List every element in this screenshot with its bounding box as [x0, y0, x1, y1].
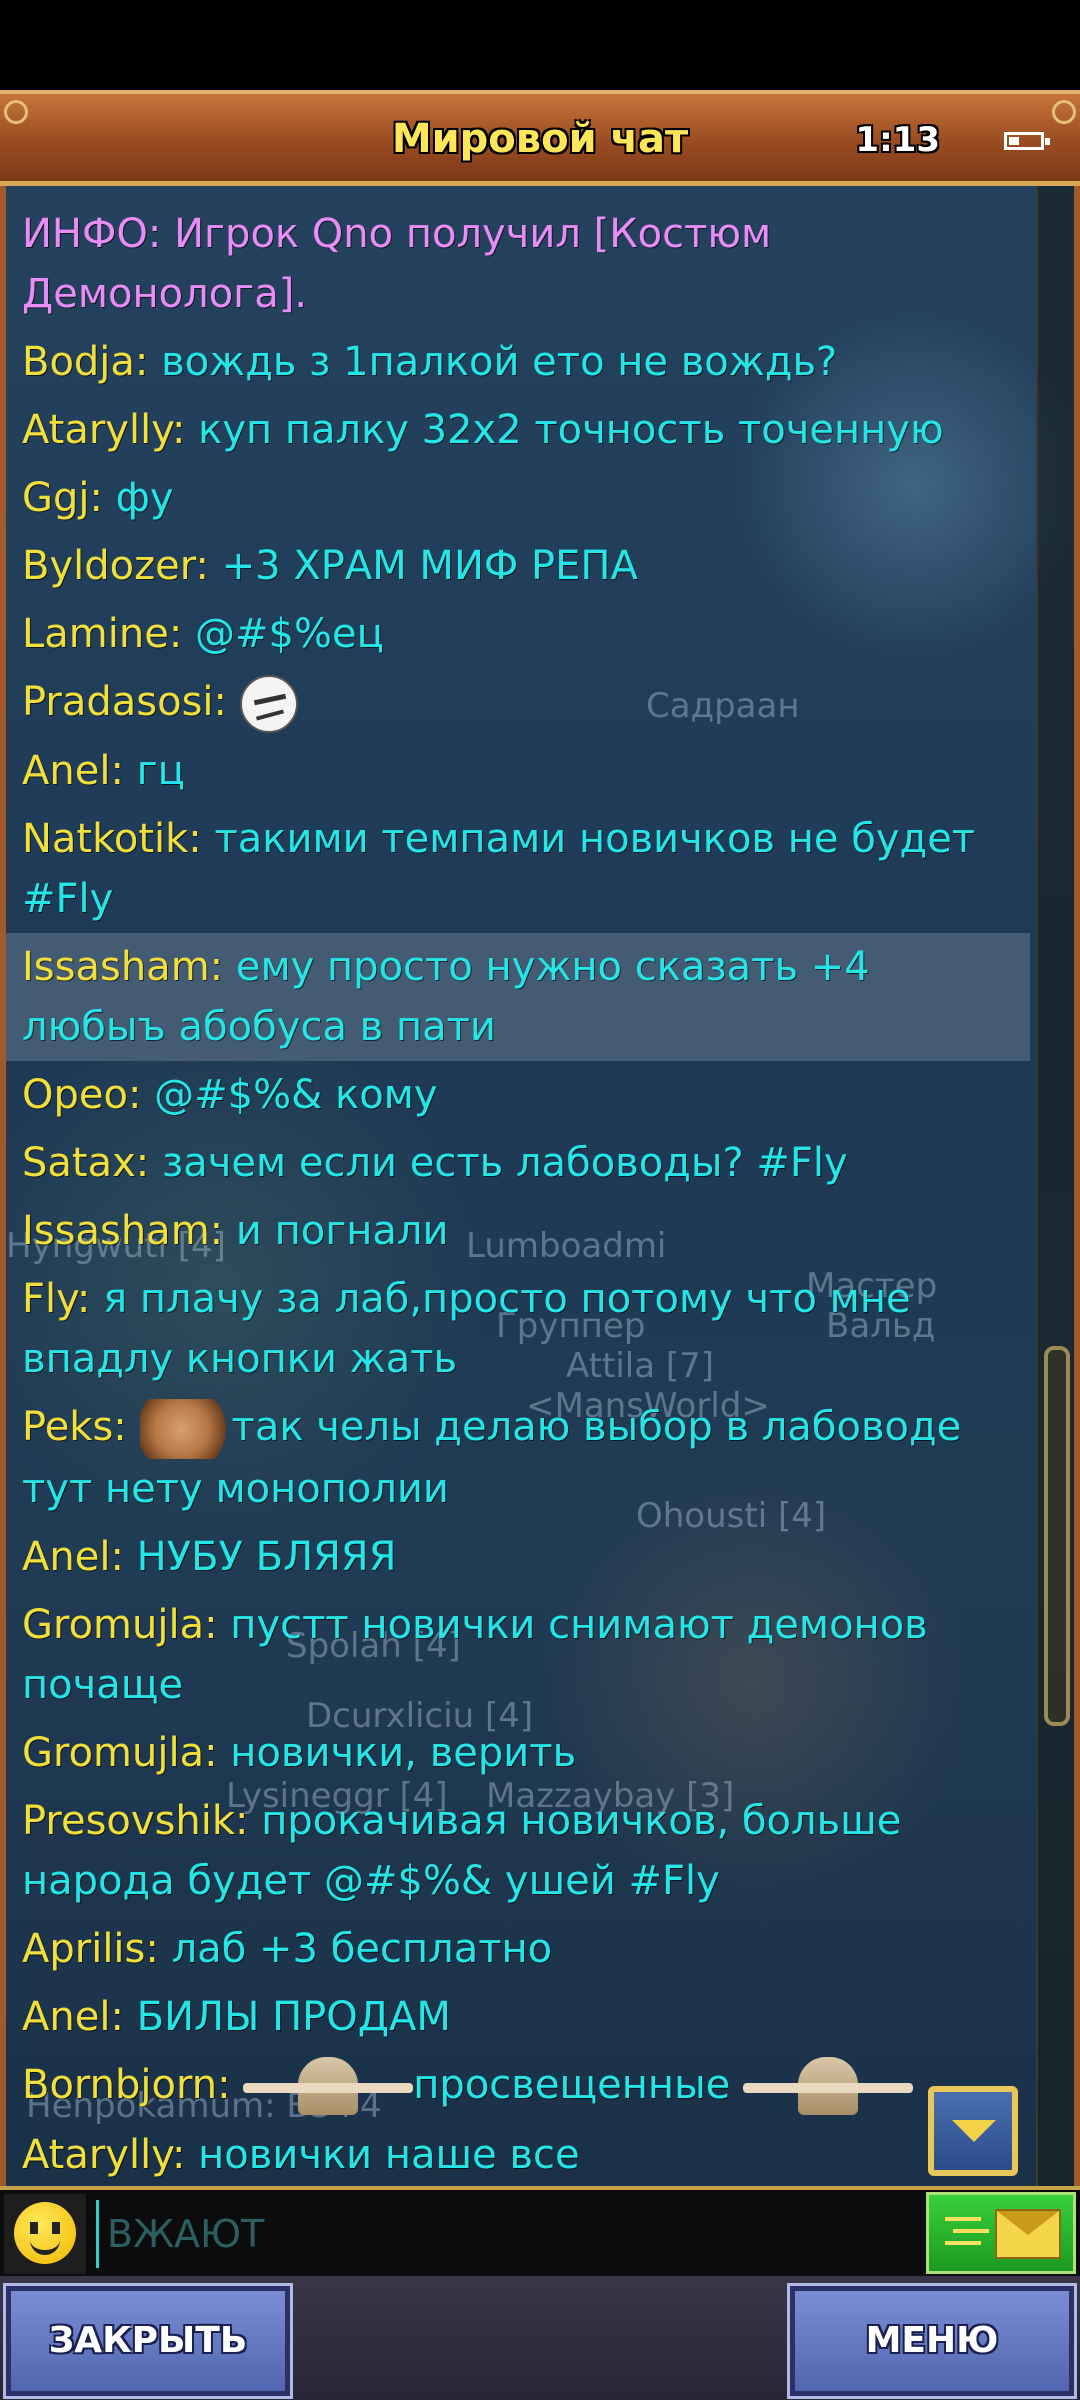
- chat-message[interactable]: Satax: зачем если есть лабоводы? #Fly: [6, 1129, 1030, 1197]
- chat-message[interactable]: Gromujla: новички, верить: [6, 1719, 1030, 1787]
- praying-emoji-icon: [742, 2057, 913, 2117]
- message-author[interactable]: Anel:: [22, 1534, 124, 1580]
- battery-icon: [1004, 132, 1050, 150]
- message-text: и погнали: [223, 1208, 449, 1254]
- message-text: лаб +3 бесплатно: [158, 1926, 553, 1972]
- chat-message[interactable]: Byldozer: +3 ХРАМ МИФ РЕПА: [6, 532, 1030, 600]
- close-button[interactable]: ЗАКРЫТЬ: [3, 2283, 293, 2399]
- chat-message[interactable]: Bodja: вождь з 1палкой ето не вождь?: [6, 328, 1030, 396]
- message-author[interactable]: Fly:: [22, 1276, 90, 1322]
- message-list: ИНФО: Игрок Qno получил [Костюм Демоноло…: [6, 200, 1030, 2186]
- message-text: +3 ХРАМ МИФ РЕПА: [208, 543, 638, 589]
- chat-message[interactable]: Anel: БИЛЫ ПРОДАМ: [6, 1983, 1030, 2051]
- message-author[interactable]: Pradasosi:: [22, 679, 227, 725]
- message-text: гц: [123, 748, 185, 794]
- chat-scrollbar[interactable]: [1036, 186, 1074, 2186]
- info-label: ИНФО:: [22, 211, 162, 257]
- message-text: фу: [102, 475, 174, 521]
- chat-message[interactable]: Natkotik: такими темпами новичков не буд…: [6, 805, 1030, 933]
- message-author[interactable]: Ggj:: [22, 475, 103, 521]
- message-text: зачем если есть лабоводы? #Fly: [149, 1140, 848, 1186]
- message-author[interactable]: Atarylly:: [22, 407, 185, 453]
- message-text: НУБУ БЛЯЯЯ: [123, 1534, 397, 1580]
- message-author[interactable]: Satax:: [22, 1140, 149, 1186]
- chat-message[interactable]: Bornbjorn: просвещенные: [6, 2051, 1030, 2121]
- chat-message[interactable]: Lamine: @#$%ец: [6, 600, 1030, 668]
- message-author[interactable]: Byldozer:: [22, 543, 209, 589]
- chat-message[interactable]: Opeo: @#$%& кому: [6, 1061, 1030, 1129]
- chat-message[interactable]: Ggj: фу: [6, 464, 1030, 532]
- message-author[interactable]: Atarylly:: [22, 2132, 185, 2178]
- message-text: @#$%& кому: [141, 1072, 438, 1118]
- chat-area[interactable]: Садраан Hyngwuti [4] Lumboadmi Мастер Гр…: [0, 186, 1080, 2186]
- lines-icon: [945, 2217, 981, 2221]
- chat-message[interactable]: Atarylly: куп палку 32х2 точность точенн…: [6, 396, 1030, 464]
- message-text: я плачу за лаб,просто потому что мне впа…: [22, 1276, 911, 1382]
- message-text: @#$%ец: [182, 611, 384, 657]
- message-author[interactable]: Gromujla:: [22, 1602, 218, 1648]
- message-author[interactable]: Lamine:: [22, 611, 182, 657]
- bottom-bar: ЗАКРЫТЬ МЕНЮ: [0, 2276, 1080, 2400]
- message-text: вождь з 1палкой ето не вождь?: [148, 339, 838, 385]
- message-text: БИЛЫ ПРОДАМ: [123, 1994, 451, 2040]
- chat-message[interactable]: Atarylly: новички наше все: [6, 2121, 1030, 2186]
- emoji-picker-button[interactable]: [4, 2194, 86, 2274]
- chat-message[interactable]: Presovshik: прокачивая новичков, больше …: [6, 1787, 1030, 1915]
- message-text: куп палку 32х2 точность точенную: [185, 407, 944, 453]
- message-author[interactable]: Aprilis:: [22, 1926, 159, 1972]
- chat-message[interactable]: Pradasosi:: [6, 668, 1030, 737]
- clock: 1:13: [855, 120, 940, 160]
- message-author[interactable]: Issasham:: [22, 944, 223, 990]
- chat-input-row: [0, 2186, 1080, 2276]
- message-text: новички, верить: [217, 1730, 577, 1776]
- message-author[interactable]: Issasham:: [22, 1208, 223, 1254]
- title-bar: Мировой чат 1:13: [0, 90, 1080, 186]
- chat-message-info[interactable]: ИНФО: Игрок Qno получил [Костюм Демоноло…: [6, 200, 1030, 328]
- scrollbar-thumb[interactable]: [1044, 1346, 1070, 1726]
- status-bar: [0, 0, 1080, 90]
- message-author[interactable]: Anel:: [22, 1994, 124, 2040]
- message-author[interactable]: Presovshik:: [22, 1798, 249, 1844]
- chat-message[interactable]: Fly: я плачу за лаб,просто потому что мн…: [6, 1265, 1030, 1393]
- chat-message[interactable]: Anel: гц: [6, 737, 1030, 805]
- chat-message[interactable]: Anel: НУБУ БЛЯЯЯ: [6, 1523, 1030, 1591]
- chat-message[interactable]: Gromujla: пустт новички снимают демонов …: [6, 1591, 1030, 1719]
- message-author[interactable]: Anel:: [22, 748, 124, 794]
- menu-button[interactable]: МЕНЮ: [787, 2283, 1077, 2399]
- scroll-to-bottom-button[interactable]: [928, 2086, 1018, 2176]
- chat-input[interactable]: [96, 2200, 929, 2268]
- envelope-icon: [995, 2209, 1061, 2259]
- message-text: Игрок Qno получил: [161, 211, 594, 257]
- message-author[interactable]: Gromujla:: [22, 1730, 218, 1776]
- chat-message-selected[interactable]: Issasham: ему просто нужно сказать +4 лю…: [6, 933, 1030, 1061]
- message-author[interactable]: Natkotik:: [22, 816, 202, 862]
- message-text: просвещенные: [413, 2062, 731, 2108]
- praying-emoji-icon: [243, 2057, 414, 2117]
- message-text: новички наше все: [185, 2132, 580, 2178]
- hamster-emoji-icon: [139, 1399, 232, 1459]
- message-text: .: [294, 271, 308, 317]
- send-message-button[interactable]: [926, 2192, 1076, 2274]
- chat-message[interactable]: Aprilis: лаб +3 бесплатно: [6, 1915, 1030, 1983]
- message-author[interactable]: Peks:: [22, 1404, 127, 1450]
- poker-face-emoji-icon: [239, 675, 298, 733]
- message-author[interactable]: Bornbjorn:: [22, 2062, 231, 2108]
- chat-message[interactable]: Issasham: и погнали: [6, 1197, 1030, 1265]
- message-author[interactable]: Bodja:: [22, 339, 148, 385]
- message-author[interactable]: Opeo:: [22, 1072, 141, 1118]
- smiley-icon: [14, 2202, 76, 2264]
- chat-message[interactable]: Peks: так челы делаю выбор в лабоводе ту…: [6, 1393, 1030, 1523]
